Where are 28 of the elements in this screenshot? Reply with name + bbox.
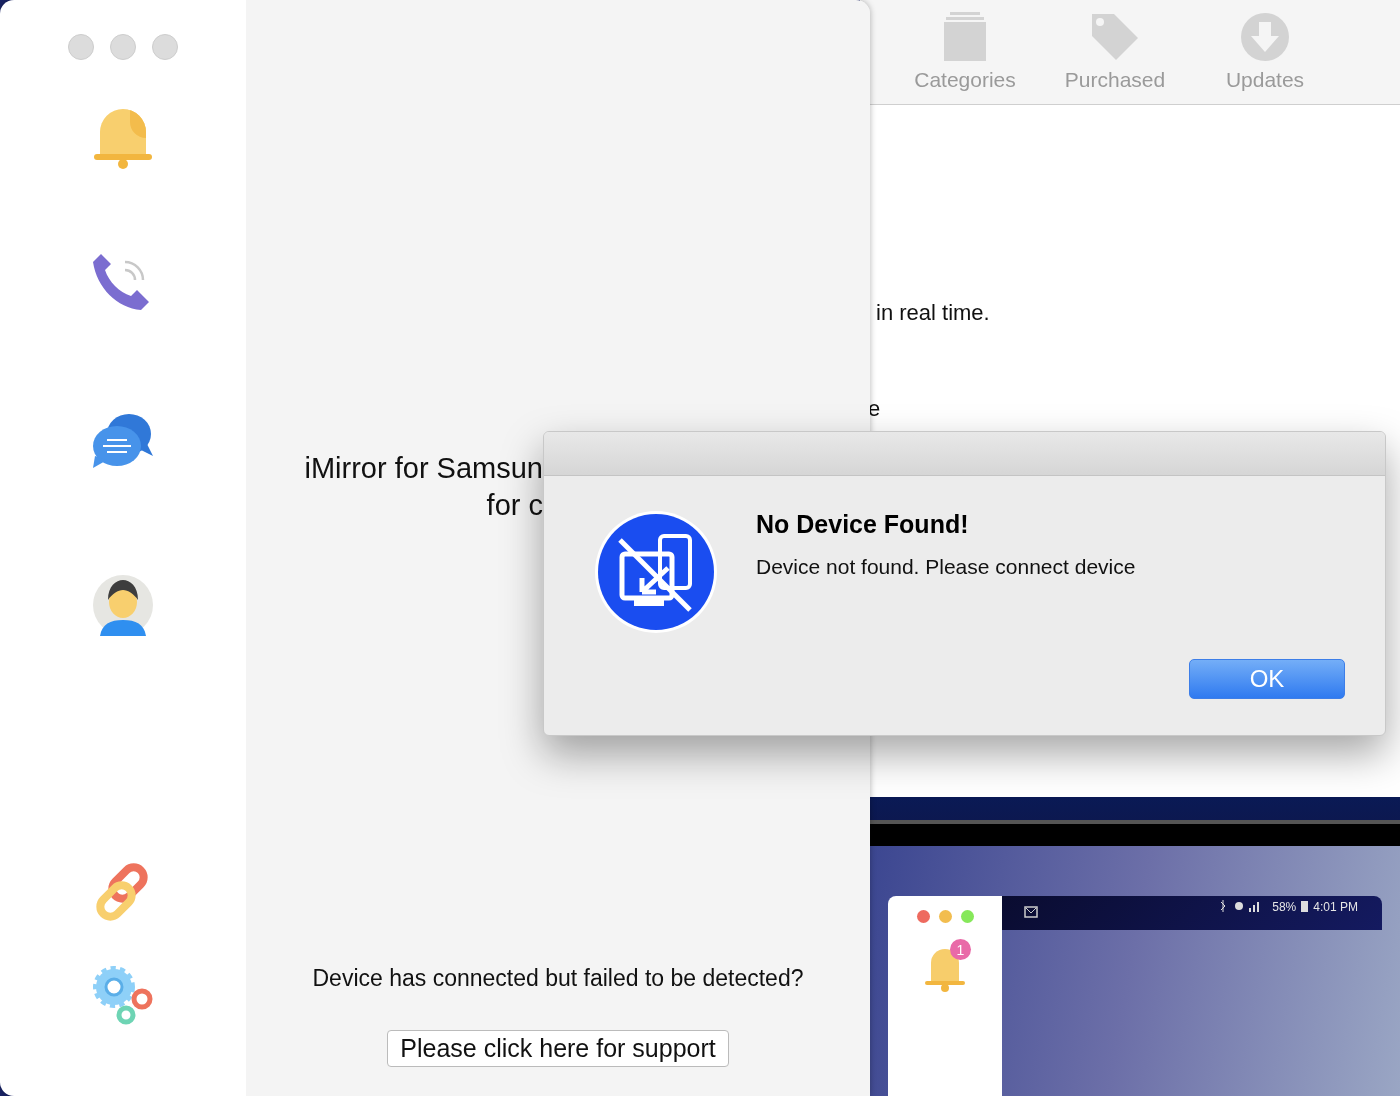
window-button[interactable] xyxy=(152,34,178,60)
gears-icon[interactable] xyxy=(92,965,154,1027)
download-icon xyxy=(1240,12,1290,62)
stack-icon xyxy=(942,12,988,62)
app-subtitle: for c xyxy=(486,489,543,522)
help-text: Device has connected but failed to be detected? xyxy=(312,965,804,992)
battery-text: 58% xyxy=(1272,900,1297,914)
notification-badge: 1 xyxy=(950,939,971,960)
tag-icon xyxy=(1090,12,1140,62)
close-dot xyxy=(916,910,930,923)
app-title: iMirror for Samsun xyxy=(304,452,543,485)
battery-icon xyxy=(1301,900,1309,912)
avatar-icon[interactable] xyxy=(92,574,154,636)
clock-text: 4:01 PM xyxy=(1313,900,1358,914)
mail-icon xyxy=(1024,906,1038,918)
window-button[interactable] xyxy=(110,34,136,60)
minimize-dot xyxy=(938,910,952,923)
dialog-title: No Device Found! xyxy=(756,510,970,539)
dialog-message: Device not found. Please connect device xyxy=(756,555,1136,579)
support-button[interactable]: Please click here for support xyxy=(387,1030,729,1067)
toolbar-tab[interactable]: Purchased xyxy=(1054,0,1176,104)
body-text: in real time. xyxy=(876,300,990,326)
ok-button[interactable]: OK xyxy=(1189,659,1345,699)
device-disconnected-icon xyxy=(594,510,718,634)
zoom-dot xyxy=(960,910,974,923)
window-button[interactable] xyxy=(68,34,94,60)
toolbar-tab[interactable]: Categories xyxy=(904,0,1026,104)
toolbar-tab[interactable]: Updates xyxy=(1204,0,1326,104)
